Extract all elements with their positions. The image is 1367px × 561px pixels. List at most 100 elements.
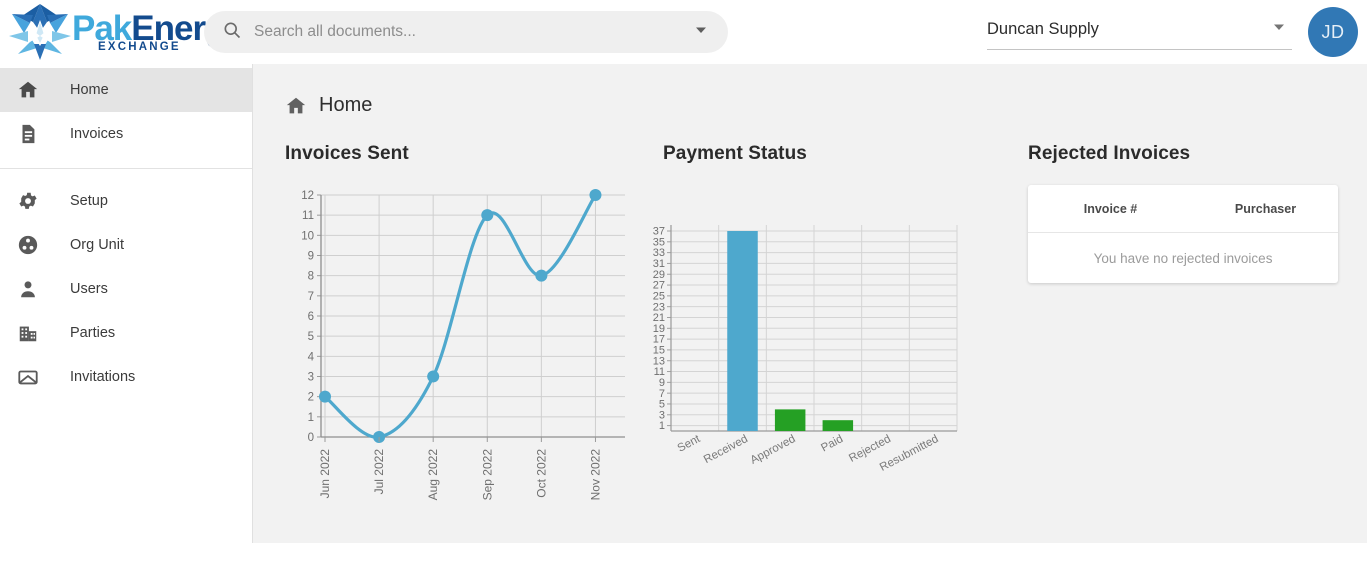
sidebar-item-users[interactable]: Users (0, 267, 252, 311)
x-axis-tick-label: Jul 2022 (372, 449, 386, 495)
chevron-down-icon[interactable] (1272, 20, 1286, 39)
data-point-marker[interactable] (535, 269, 548, 282)
invoices-sent-chart: 0 1 2 3 4 5 6 7 8 9 10 11 12 Jun 2022 Jul 2022 Aug 2022… (285, 181, 645, 526)
panel-payment-status: Payment Status 1 3 5 7 9 11 13 15 17 19 21 23 25 27 29… (645, 143, 1010, 526)
payment-status-chart: 1 3 5 7 9 11 13 15 17 19 21 23 25 27 29 31 33 35 37 Sent Rec… (645, 181, 1010, 526)
sidebar-item-label: Users (70, 281, 108, 297)
y-axis-tick-label: 21 (653, 312, 665, 324)
person-icon (14, 278, 42, 300)
document-icon (14, 123, 42, 145)
rejected-invoices-table: Invoice # Purchaser You have no rejected… (1028, 185, 1338, 283)
y-axis-tick-label: 11 (654, 366, 665, 378)
avatar-initials: JD (1321, 21, 1345, 42)
org-selector[interactable]: Duncan Supply (987, 10, 1292, 50)
y-axis-tick-label: 3 (659, 409, 665, 421)
y-axis-tick-label: 10 (301, 230, 314, 242)
y-axis-tick-label: 5 (659, 399, 665, 411)
sidebar: Home Invoices Setup Org Unit Users Parti… (0, 64, 253, 543)
y-axis-tick-label: 9 (308, 251, 314, 263)
payment-status-title: Payment Status (663, 143, 807, 164)
y-axis-tick-label: 31 (653, 258, 665, 270)
y-axis-tick-label: 12 (301, 190, 314, 202)
bar[interactable] (822, 420, 854, 431)
pakenergy-star-icon (9, 4, 71, 60)
sidebar-item-label: Home (70, 82, 109, 98)
panel-invoices-sent: Invoices Sent 0 1 2 3 4 5 6 7 8 9 10 11 12 Jun 2022 Ju… (285, 143, 645, 526)
bar[interactable] (774, 409, 806, 431)
building-icon (14, 322, 42, 344)
org-selected-value: Duncan Supply (987, 20, 1099, 38)
sidebar-item-label: Parties (70, 325, 116, 341)
y-axis-tick-label: 29 (653, 269, 665, 281)
home-icon (14, 79, 42, 101)
y-axis-tick-label: 35 (653, 236, 665, 248)
y-axis-tick-label: 3 (308, 372, 314, 384)
y-axis-tick-label: 4 (308, 351, 315, 363)
x-axis-tick-label: Jun 2022 (318, 449, 332, 499)
envelope-icon (14, 366, 42, 388)
bar[interactable] (727, 231, 758, 431)
sidebar-item-invitations[interactable]: Invitations (0, 355, 252, 399)
y-axis-tick-label: 0 (308, 432, 314, 444)
y-axis-tick-label: 9 (659, 377, 665, 389)
y-axis-tick-label: 1 (659, 420, 665, 432)
top-bar: PakEnergy EXCHANGE Duncan Supply JD (0, 0, 1367, 64)
chevron-down-icon[interactable] (694, 23, 708, 42)
column-header-invoice: Invoice # (1083, 201, 1138, 216)
avatar[interactable]: JD (1308, 7, 1358, 57)
page-title: Home (319, 94, 373, 116)
dashboard-panels: Invoices Sent 0 1 2 3 4 5 6 7 8 9 10 11 12 Jun 2022 Ju… (253, 143, 1367, 526)
y-axis-tick-label: 33 (653, 247, 665, 259)
empty-state-message: You have no rejected invoices (1093, 250, 1273, 266)
y-axis-tick-label: 7 (659, 388, 665, 400)
y-axis-tick-label: 23 (653, 301, 665, 313)
x-axis-tick-label: Received (702, 433, 750, 466)
y-axis-tick-label: 2 (308, 392, 314, 404)
app-logo[interactable]: PakEnergy EXCHANGE (0, 0, 245, 64)
main-content: Home Invoices Sent 0 1 2 3 4 5 6 7 8 9 10 11 12 Jun 2… (253, 64, 1367, 543)
sidebar-item-parties[interactable]: Parties (0, 311, 252, 355)
y-axis-tick-label: 15 (653, 345, 665, 357)
data-point-marker[interactable] (427, 370, 440, 383)
x-axis-tick-label: Paid (819, 433, 845, 454)
sidebar-item-invoices[interactable]: Invoices (0, 112, 252, 156)
sidebar-item-home[interactable]: Home (0, 68, 252, 112)
x-axis-tick-label: Sent (676, 433, 703, 455)
data-point-marker[interactable] (589, 189, 602, 201)
sidebar-item-label: Setup (70, 193, 108, 209)
sidebar-item-label: Invitations (70, 369, 136, 385)
search-bar[interactable] (204, 11, 728, 53)
table-header-row: Invoice # Purchaser (1028, 185, 1338, 233)
x-axis-tick-label: Sep 2022 (480, 449, 494, 501)
y-axis-tick-label: 7 (308, 291, 314, 303)
y-axis-tick-label: 5 (308, 331, 314, 343)
y-axis-tick-label: 17 (653, 334, 665, 346)
sidebar-item-setup[interactable]: Setup (0, 179, 252, 223)
y-axis-tick-label: 11 (302, 210, 314, 222)
y-axis-tick-label: 25 (653, 290, 665, 302)
gear-icon (14, 190, 42, 212)
breadcrumb: Home (253, 64, 1367, 117)
sidebar-divider (0, 168, 252, 169)
y-axis-tick-label: 8 (308, 271, 314, 283)
sidebar-item-org-unit[interactable]: Org Unit (0, 223, 252, 267)
sidebar-item-label: Invoices (70, 126, 124, 142)
y-axis-tick-label: 6 (308, 311, 314, 323)
x-axis-tick-label: Aug 2022 (426, 449, 440, 501)
column-header-purchaser: Purchaser (1234, 201, 1297, 216)
rejected-invoices-title: Rejected Invoices (1028, 143, 1191, 164)
org-unit-icon (14, 234, 42, 256)
sidebar-item-label: Org Unit (70, 237, 124, 253)
x-axis-tick-label: Nov 2022 (588, 449, 602, 501)
x-axis-tick-label: Oct 2022 (534, 449, 548, 498)
y-axis-tick-label: 19 (653, 323, 665, 335)
data-point-marker[interactable] (481, 209, 494, 222)
search-icon (222, 20, 242, 45)
home-icon (285, 95, 307, 117)
y-axis-tick-label: 13 (653, 355, 665, 367)
data-point-marker[interactable] (319, 390, 331, 403)
search-input[interactable] (254, 23, 694, 41)
y-axis-tick-label: 27 (653, 280, 665, 292)
y-axis-tick-label: 37 (653, 226, 665, 238)
y-axis-tick-label: 1 (308, 412, 314, 424)
